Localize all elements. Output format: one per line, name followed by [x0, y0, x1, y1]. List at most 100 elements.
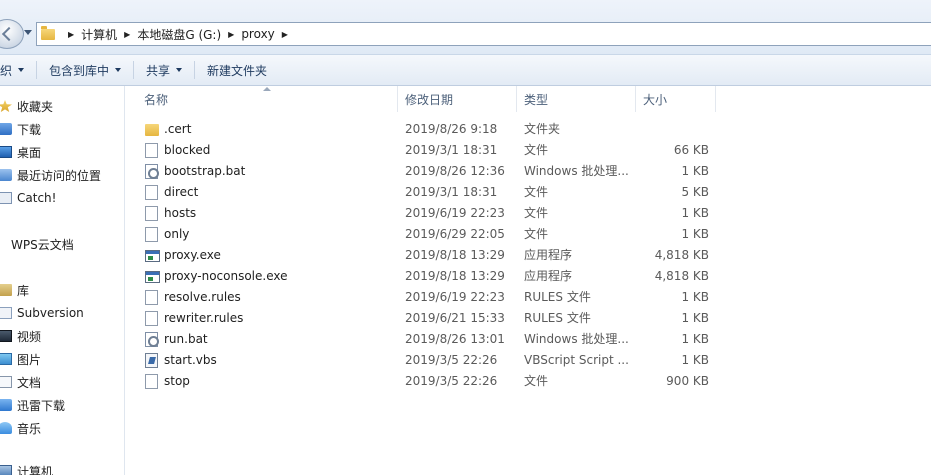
share-button[interactable]: 共享 [146, 62, 183, 79]
nav-desktop[interactable]: 桌面 [0, 142, 41, 162]
file-row[interactable]: blocked 2019/3/1 18:31 文件 66 KB [126, 140, 726, 161]
file-row[interactable]: resolve.rules 2019/6/19 22:23 RULES 文件 1 KB [126, 287, 726, 308]
nav-recent-label: 最近访问的位置 [17, 168, 102, 183]
column-header-name[interactable]: 名称 [137, 86, 398, 112]
nav-music[interactable]: 音乐 [0, 418, 41, 438]
file-type: 应用程序 [524, 269, 573, 283]
chevron-right-icon[interactable]: ▶ [124, 30, 130, 39]
column-header-type[interactable]: 类型 [517, 86, 636, 112]
nav-computer[interactable]: 计算机 [0, 461, 53, 475]
file-name: direct [164, 185, 199, 199]
nav-subversion[interactable]: Subversion [0, 303, 84, 323]
organize-button[interactable]: 织 [0, 62, 25, 79]
nav-pictures[interactable]: 图片 [0, 349, 41, 369]
file-name: hosts [164, 206, 197, 220]
file-type: RULES 文件 [524, 290, 591, 304]
file-row[interactable]: proxy-noconsole.exe 2019/8/18 13:29 应用程序 4,… [126, 266, 726, 287]
back-button[interactable] [0, 19, 24, 49]
file-name: proxy-noconsole.exe [164, 269, 288, 283]
file-name: resolve.rules [164, 290, 241, 304]
file-size: 1 KB [681, 353, 709, 367]
file-date-modified: 2019/6/19 22:23 [405, 206, 505, 220]
file-size: 1 KB [681, 164, 709, 178]
vbs-script-icon [145, 353, 158, 368]
file-icon [145, 185, 158, 200]
file-row[interactable]: start.vbs 2019/3/5 22:26 VBScript Script .… [126, 350, 726, 371]
file-date-modified: 2019/3/1 18:31 [405, 185, 498, 199]
file-size: 900 KB [666, 374, 709, 388]
exe-icon [145, 250, 160, 262]
file-name: stop [164, 374, 190, 388]
exe-icon [145, 271, 160, 283]
file-size: 4,818 KB [654, 269, 709, 283]
file-row[interactable]: rewriter.rules 2019/6/21 15:33 RULES 文件 1 K… [126, 308, 726, 329]
nav-favorites-label: 收藏夹 [17, 99, 54, 114]
nav-music-label: 音乐 [17, 421, 42, 436]
file-icon [145, 374, 158, 389]
nav-xunlei-downloads[interactable]: 迅雷下载 [0, 395, 65, 415]
file-name: blocked [164, 143, 211, 157]
chevron-right-icon[interactable]: ▶ [282, 30, 288, 39]
nav-catch[interactable]: Catch! [0, 188, 56, 208]
file-row[interactable]: direct 2019/3/1 18:31 文件 5 KB [126, 182, 726, 203]
nav-recent-places[interactable]: 最近访问的位置 [0, 165, 101, 185]
share-label: 共享 [146, 63, 171, 78]
file-row[interactable]: hosts 2019/6/19 22:23 文件 1 KB [126, 203, 726, 224]
file-type: 应用程序 [524, 248, 573, 262]
file-row[interactable]: bootstrap.bat 2019/8/26 12:36 Windows 批处理.… [126, 161, 726, 182]
toolbar-divider [194, 61, 196, 79]
catch-icon [0, 192, 12, 204]
breadcrumb-proxy[interactable]: proxy [241, 27, 274, 41]
subversion-icon [0, 307, 12, 319]
toolbar-divider [36, 61, 38, 79]
file-date-modified: 2019/6/29 22:05 [405, 227, 505, 241]
file-size: 1 KB [681, 227, 709, 241]
documents-icon [0, 376, 12, 388]
file-icon [145, 206, 158, 221]
file-type: 文件 [524, 374, 549, 388]
address-bar[interactable]: ▶ 计算机 ▶ 本地磁盘G (G:) ▶ proxy ▶ [36, 22, 931, 46]
column-header-date[interactable]: 修改日期 [398, 86, 517, 112]
nav-downloads-label: 下载 [17, 122, 42, 137]
nav-videos[interactable]: 视频 [0, 326, 41, 346]
nav-subversion-label: Subversion [17, 306, 84, 320]
file-row[interactable]: proxy.exe 2019/8/18 13:29 应用程序 4,818 KB [126, 245, 726, 266]
nav-wps-cloud[interactable]: WPS云文档 [0, 234, 74, 254]
nav-libraries[interactable]: 库 [0, 280, 29, 300]
navigation-pane: 收藏夹 下载 桌面 最近访问的位置 Catch! WPS云文档 库 Subver… [0, 86, 125, 475]
breadcrumb-drive-g[interactable]: 本地磁盘G (G:) [137, 26, 221, 43]
file-row[interactable]: run.bat 2019/8/26 13:01 Windows 批处理... 1 KB [126, 329, 726, 350]
nav-pictures-label: 图片 [17, 352, 42, 367]
file-date-modified: 2019/8/26 12:36 [405, 164, 505, 178]
file-date-modified: 2019/6/19 22:23 [405, 290, 505, 304]
file-size: 5 KB [681, 185, 709, 199]
nav-xunlei-label: 迅雷下载 [17, 398, 66, 413]
file-type: RULES 文件 [524, 311, 591, 325]
chevron-right-icon[interactable]: ▶ [228, 30, 234, 39]
batch-gear-icon [145, 332, 159, 347]
computer-icon [0, 465, 12, 475]
column-header-row: 名称 修改日期 类型 大小 [126, 86, 931, 112]
file-icon [145, 311, 158, 326]
include-in-library-button[interactable]: 包含到库中 [49, 62, 122, 79]
nav-favorites[interactable]: 收藏夹 [0, 96, 53, 116]
nav-downloads[interactable]: 下载 [0, 119, 41, 139]
nav-documents[interactable]: 文档 [0, 372, 41, 392]
file-row[interactable]: .cert 2019/8/26 9:18 文件夹 [126, 119, 726, 140]
file-icon [145, 143, 158, 158]
column-header-size[interactable]: 大小 [636, 86, 716, 112]
nav-documents-label: 文档 [17, 375, 42, 390]
file-row[interactable]: only 2019/6/29 22:05 文件 1 KB [126, 224, 726, 245]
nav-desktop-label: 桌面 [17, 145, 42, 160]
file-date-modified: 2019/8/18 13:29 [405, 248, 505, 262]
file-name: run.bat [164, 332, 208, 346]
file-name: .cert [164, 122, 192, 136]
recent-pages-dropdown-icon[interactable] [24, 30, 32, 35]
file-type: Windows 批处理... [524, 164, 629, 178]
file-name: start.vbs [164, 353, 217, 367]
breadcrumb-computer[interactable]: 计算机 [81, 26, 117, 43]
nav-computer-label: 计算机 [17, 464, 54, 475]
file-row[interactable]: stop 2019/3/5 22:26 文件 900 KB [126, 371, 726, 392]
chevron-right-icon[interactable]: ▶ [68, 30, 74, 39]
new-folder-button[interactable]: 新建文件夹 [207, 62, 267, 79]
